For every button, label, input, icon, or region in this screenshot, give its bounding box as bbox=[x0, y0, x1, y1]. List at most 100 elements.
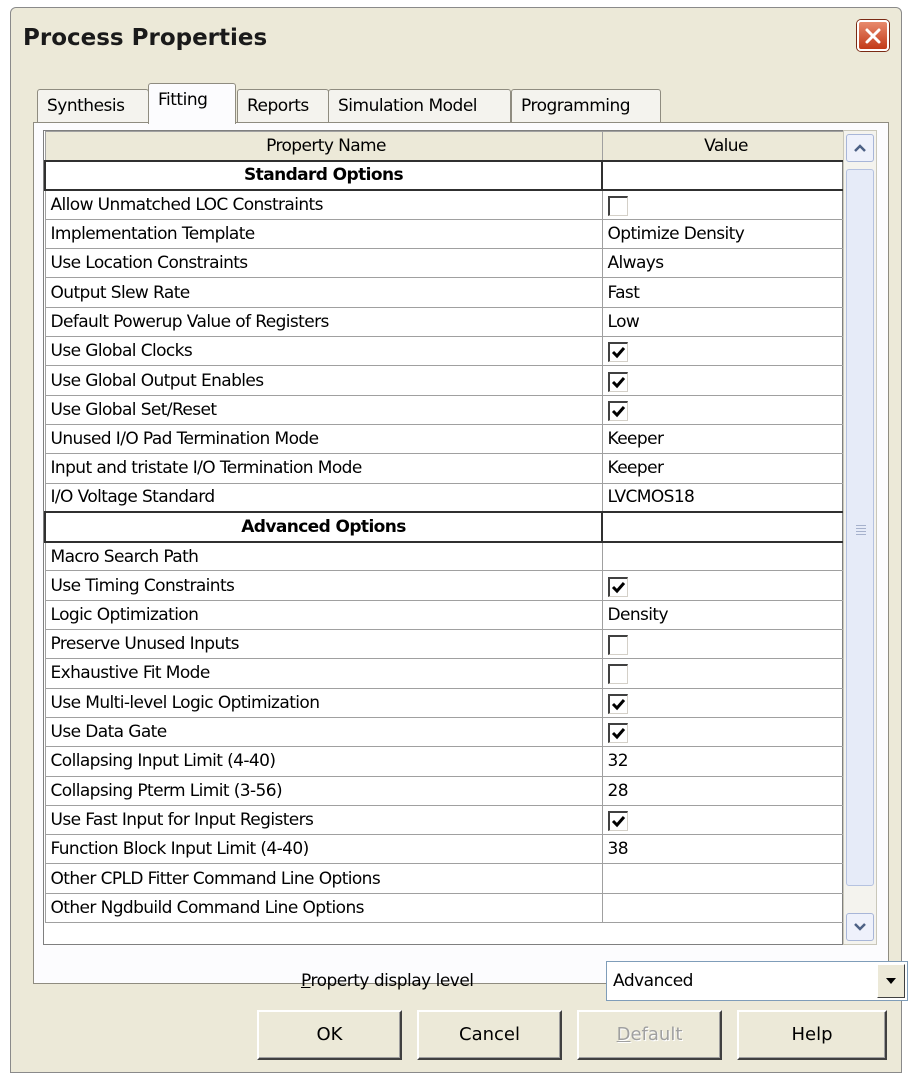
property-name: Collapsing Input Limit (4-40) bbox=[44, 746, 603, 777]
property-value[interactable] bbox=[601, 892, 846, 924]
property-value[interactable]: 32 bbox=[601, 746, 846, 777]
default-button[interactable]: Default bbox=[577, 1010, 722, 1060]
checkbox-checked[interactable] bbox=[607, 342, 628, 363]
label-rest: roperty display level bbox=[310, 971, 474, 991]
scroll-thumb[interactable] bbox=[846, 169, 874, 886]
checkbox-unchecked[interactable] bbox=[607, 635, 628, 656]
property-name: Output Slew Rate bbox=[44, 277, 603, 308]
property-row[interactable]: Allow Unmatched LOC Constraints bbox=[44, 189, 846, 220]
property-value-checkbox-cell[interactable] bbox=[601, 716, 846, 748]
property-table: Property Name Value Standard Options Allo… bbox=[44, 130, 846, 924]
property-display-level-label: Property display level bbox=[301, 971, 474, 991]
property-value-checkbox-cell[interactable] bbox=[601, 394, 846, 425]
property-value-checkbox-cell[interactable] bbox=[601, 336, 846, 367]
property-row[interactable]: Use Multi-level Logic Optimization bbox=[44, 687, 846, 718]
tab-reports[interactable]: Reports bbox=[237, 89, 329, 123]
property-value-checkbox-cell[interactable] bbox=[601, 570, 846, 601]
property-name: Function Block Input Limit (4-40) bbox=[44, 834, 603, 865]
property-value[interactable]: Keeper bbox=[601, 453, 846, 484]
property-value-checkbox-cell[interactable] bbox=[601, 687, 846, 718]
property-row[interactable]: Function Block Input Limit (4-40) 38 bbox=[44, 834, 846, 865]
tab-fitting[interactable]: Fitting bbox=[148, 83, 236, 124]
property-row[interactable]: Other Ngdbuild Command Line Options bbox=[44, 892, 846, 924]
checkbox-checked[interactable] bbox=[607, 723, 628, 744]
checkbox-checked[interactable] bbox=[607, 371, 628, 392]
property-row[interactable]: Unused I/O Pad Termination Mode Keeper bbox=[44, 423, 846, 455]
checkmark-icon bbox=[611, 405, 625, 418]
property-row[interactable]: Use Global Set/Reset bbox=[44, 394, 846, 425]
property-value[interactable]: 38 bbox=[601, 834, 846, 865]
ok-button[interactable]: OK bbox=[257, 1010, 402, 1060]
scroll-grip-icon bbox=[856, 525, 866, 537]
property-name: Implementation Template bbox=[44, 218, 603, 250]
property-row[interactable]: Exhaustive Fit Mode bbox=[44, 658, 846, 689]
property-value[interactable]: Density bbox=[601, 599, 846, 631]
property-value[interactable] bbox=[601, 863, 846, 894]
checkmark-icon bbox=[611, 698, 625, 710]
property-row[interactable]: Other CPLD Fitter Command Line Options bbox=[44, 863, 846, 894]
column-header-value[interactable]: Value bbox=[601, 130, 846, 162]
property-display-level-value: Advanced bbox=[613, 971, 693, 991]
checkbox-unchecked[interactable] bbox=[607, 664, 628, 685]
property-name: Use Global Output Enables bbox=[44, 365, 603, 396]
property-row[interactable]: Default Powerup Value of Registers Low bbox=[44, 306, 846, 338]
property-row[interactable]: I/O Voltage Standard LVCMOS18 bbox=[44, 482, 846, 513]
property-name: Preserve Unused Inputs bbox=[44, 629, 603, 660]
scroll-up-button[interactable] bbox=[846, 134, 874, 162]
tab-simulation-model[interactable]: Simulation Model bbox=[328, 89, 511, 123]
checkmark-icon bbox=[611, 581, 625, 593]
property-row[interactable]: Implementation Template Optimize Density bbox=[44, 218, 846, 250]
property-row[interactable]: Input and tristate I/O Termination Mode K… bbox=[44, 453, 846, 484]
property-row[interactable]: Logic Optimization Density bbox=[44, 599, 846, 631]
checkbox-unchecked[interactable] bbox=[607, 195, 628, 216]
title-bar[interactable]: Process Properties bbox=[11, 8, 901, 70]
property-value[interactable]: Low bbox=[601, 306, 846, 338]
scroll-down-button[interactable] bbox=[846, 913, 874, 941]
checkmark-icon bbox=[611, 376, 625, 388]
property-value-checkbox-cell[interactable] bbox=[601, 189, 846, 220]
property-value[interactable]: LVCMOS18 bbox=[601, 482, 846, 513]
property-row[interactable]: Collapsing Pterm Limit (3-56) 28 bbox=[44, 775, 846, 806]
property-row[interactable]: Collapsing Input Limit (4-40) 32 bbox=[44, 746, 846, 777]
property-row[interactable]: Use Data Gate bbox=[44, 716, 846, 748]
vertical-scrollbar[interactable] bbox=[843, 130, 877, 945]
property-value[interactable]: Always bbox=[601, 248, 846, 279]
property-value-checkbox-cell[interactable] bbox=[601, 804, 846, 836]
property-value-checkbox-cell[interactable] bbox=[601, 629, 846, 660]
section-header-row: Standard Options bbox=[44, 159, 846, 192]
cancel-button[interactable]: Cancel bbox=[417, 1010, 562, 1060]
section-title: Advanced Options bbox=[44, 511, 603, 543]
property-value[interactable] bbox=[601, 541, 846, 572]
close-button[interactable] bbox=[857, 20, 889, 51]
property-row[interactable]: Use Timing Constraints bbox=[44, 570, 846, 601]
property-row[interactable]: Use Location Constraints Always bbox=[44, 248, 846, 279]
property-value[interactable]: Keeper bbox=[601, 423, 846, 455]
property-name: Logic Optimization bbox=[44, 599, 603, 631]
property-name: Use Location Constraints bbox=[44, 248, 603, 279]
property-row[interactable]: Use Global Clocks bbox=[44, 336, 846, 367]
property-name: Exhaustive Fit Mode bbox=[44, 658, 603, 689]
tab-programming[interactable]: Programming bbox=[511, 89, 661, 123]
dropdown-button[interactable] bbox=[877, 964, 905, 998]
checkmark-icon bbox=[611, 347, 625, 359]
property-row[interactable]: Macro Search Path bbox=[44, 541, 846, 572]
tab-synthesis[interactable]: Synthesis bbox=[37, 89, 149, 123]
property-value-checkbox-cell[interactable] bbox=[601, 658, 846, 689]
checkbox-checked[interactable] bbox=[607, 400, 628, 421]
property-row[interactable]: Output Slew Rate Fast bbox=[44, 277, 846, 308]
column-header-property-name[interactable]: Property Name bbox=[44, 130, 603, 162]
property-name: Collapsing Pterm Limit (3-56) bbox=[44, 775, 603, 806]
property-row[interactable]: Use Global Output Enables bbox=[44, 365, 846, 396]
property-value[interactable]: Optimize Density bbox=[601, 218, 846, 250]
property-display-level-select[interactable]: Advanced bbox=[606, 961, 908, 1001]
property-row[interactable]: Use Fast Input for Input Registers bbox=[44, 804, 846, 836]
property-row[interactable]: Preserve Unused Inputs bbox=[44, 629, 846, 660]
property-value[interactable]: 28 bbox=[601, 775, 846, 806]
help-button[interactable]: Help bbox=[737, 1010, 887, 1060]
checkbox-checked[interactable] bbox=[607, 576, 628, 597]
property-value[interactable]: Fast bbox=[601, 277, 846, 308]
checkbox-checked[interactable] bbox=[607, 693, 628, 714]
property-value-checkbox-cell[interactable] bbox=[601, 365, 846, 396]
close-icon bbox=[865, 28, 881, 43]
checkbox-checked[interactable] bbox=[607, 810, 628, 831]
